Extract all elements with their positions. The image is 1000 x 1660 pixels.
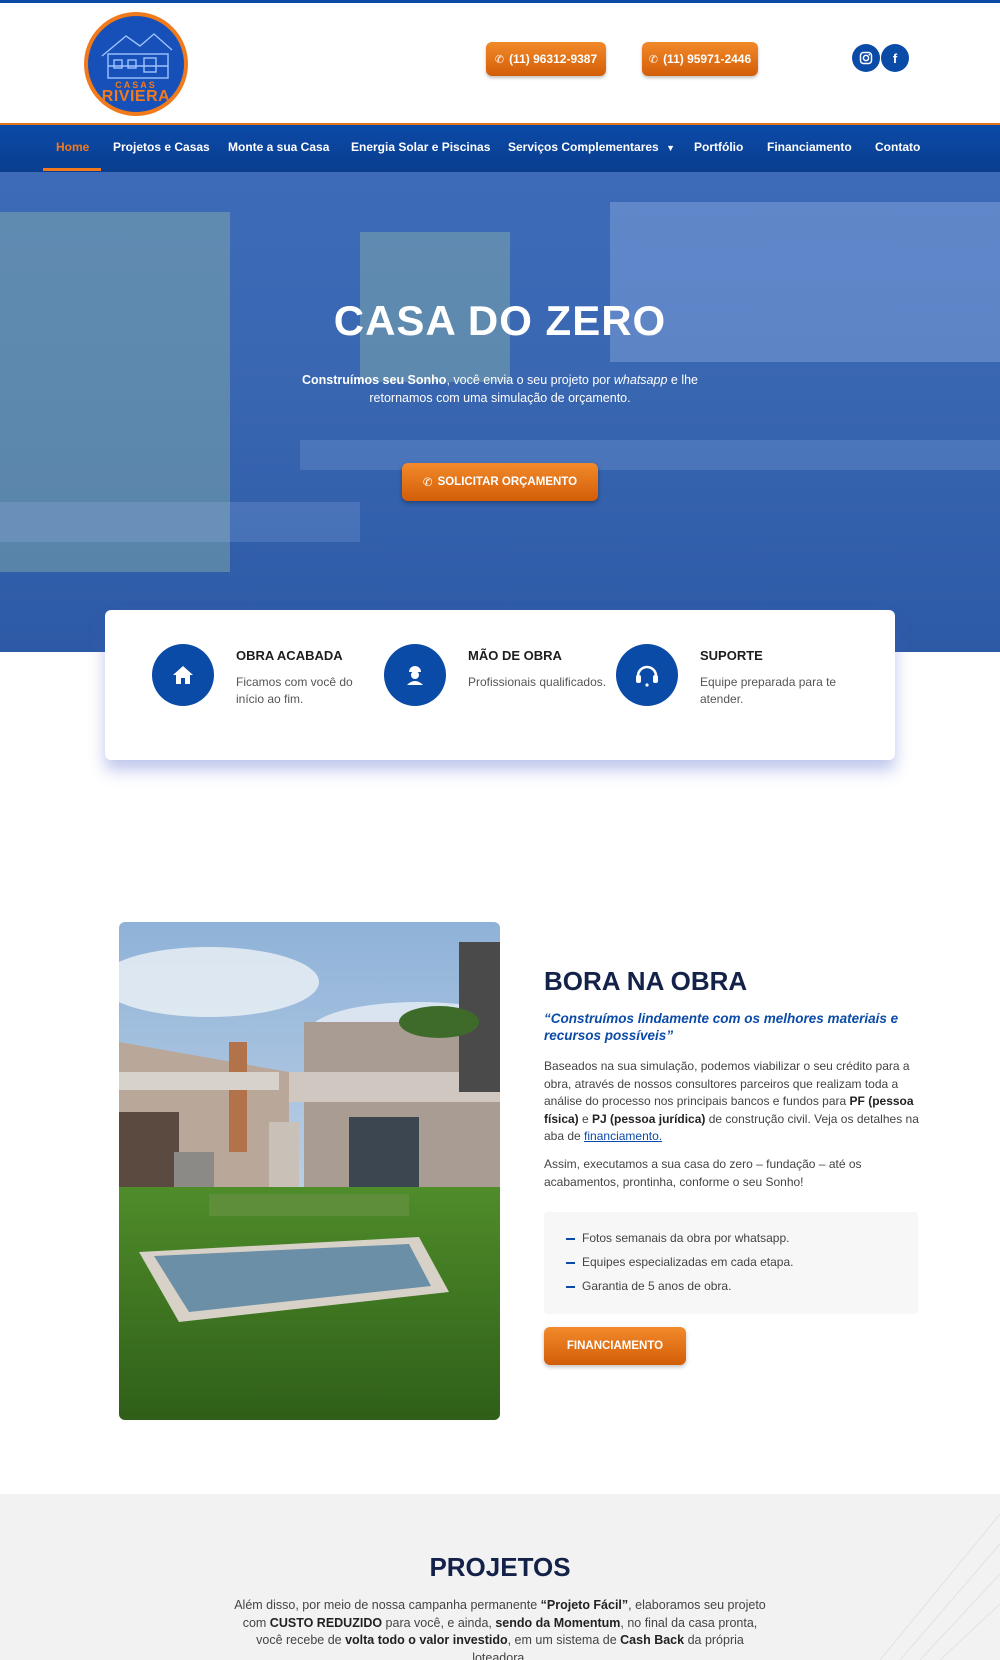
nav-item-contato[interactable]: Contato bbox=[875, 125, 920, 172]
list-item: Fotos semanais da obra por whatsapp. bbox=[566, 1231, 789, 1245]
feature-mao-de-obra: MÃO DE OBRA Profissionais qualificados. bbox=[384, 644, 614, 724]
facebook-icon[interactable]: f bbox=[881, 44, 909, 72]
nav-item-projetos-e-casas[interactable]: Projetos e Casas bbox=[113, 125, 210, 172]
feature-suporte: SUPORTE Equipe preparada para te atender… bbox=[616, 644, 846, 724]
feature-title: SUPORTE bbox=[700, 648, 763, 663]
bora-paragraph-2: Assim, executamos a sua casa do zero – f… bbox=[544, 1157, 862, 1189]
dash-icon bbox=[566, 1237, 575, 1240]
whatsapp-phone-button[interactable]: ✆ (11) 96312-9387 bbox=[486, 42, 606, 76]
phone-icon: ✆ bbox=[648, 53, 659, 66]
hero-subtitle: Construímos seu Sonho, você envia o seu … bbox=[301, 373, 699, 405]
nav-item-financiamento[interactable]: Financiamento bbox=[767, 125, 852, 172]
nav-item-monte-a-sua-casa[interactable]: Monte a sua Casa bbox=[228, 125, 329, 172]
dash-icon bbox=[566, 1261, 575, 1264]
nav-active-indicator bbox=[43, 168, 101, 171]
feature-title: OBRA ACABADA bbox=[236, 648, 343, 663]
button-label: SOLICITAR ORÇAMENTO bbox=[437, 476, 578, 488]
nav-item-label: Serviços Complementares bbox=[508, 140, 659, 154]
hero-title: CASA DO ZERO bbox=[333, 297, 667, 344]
house-photo bbox=[119, 922, 500, 1420]
phone-number: (11) 95971-2446 bbox=[663, 52, 752, 66]
logo-text-big: RIVIERA bbox=[101, 88, 171, 105]
site-header: CASAS RIVIERA ✆ (11) 96312-9387 ✆ (11) 9… bbox=[0, 3, 1000, 123]
headset-icon bbox=[616, 644, 678, 706]
whatsapp-icon: ✆ bbox=[494, 53, 505, 66]
financiamento-button[interactable]: FINANCIAMENTO bbox=[544, 1327, 686, 1365]
dash-icon bbox=[566, 1285, 575, 1288]
nav-item-servicos-complementares[interactable]: Serviços Complementares ▼ bbox=[508, 125, 675, 172]
bora-paragraph-1: Baseados na sua simulação, podemos viabi… bbox=[544, 1059, 919, 1143]
home-icon bbox=[152, 644, 214, 706]
features-card: OBRA ACABADA Ficamos com você do início … bbox=[105, 610, 895, 760]
section-quote: “Construímos lindamente com os melhores … bbox=[544, 1011, 899, 1043]
phone-call-button[interactable]: ✆ (11) 95971-2446 bbox=[642, 42, 758, 76]
instagram-icon[interactable] bbox=[852, 44, 880, 72]
section-title: BORA NA OBRA bbox=[544, 966, 748, 996]
projetos-section: PROJETOS Além disso, por meio de nossa c… bbox=[0, 1494, 1000, 1660]
feature-desc: Profissionais qualificados. bbox=[468, 675, 607, 689]
list-item: Garantia de 5 anos de obra. bbox=[566, 1279, 731, 1293]
nav-item-energia-solar[interactable]: Energia Solar e Piscinas bbox=[351, 125, 490, 172]
feature-desc: Equipe preparada para te atender. bbox=[700, 675, 837, 706]
feature-desc: Ficamos com você do início ao fim. bbox=[236, 675, 353, 706]
whatsapp-icon: ✆ bbox=[422, 477, 433, 489]
phone-number: (11) 96312-9387 bbox=[509, 52, 598, 66]
request-quote-button[interactable]: ✆ SOLICITAR ORÇAMENTO bbox=[402, 463, 598, 501]
feature-obra-acabada: OBRA ACABADA Ficamos com você do início … bbox=[152, 644, 382, 724]
nav-item-portfolio[interactable]: Portfólio bbox=[694, 125, 743, 172]
nav-item-home[interactable]: Home bbox=[56, 125, 89, 172]
section-title: PROJETOS bbox=[429, 1552, 571, 1582]
list-item: Equipes especializadas em cada etapa. bbox=[566, 1255, 793, 1269]
worker-icon bbox=[384, 644, 446, 706]
hero-bg-table bbox=[0, 502, 360, 542]
feature-title: MÃO DE OBRA bbox=[468, 648, 562, 663]
casas-riviera-logo[interactable]: CASAS RIVIERA bbox=[84, 12, 188, 116]
benefits-list: Fotos semanais da obra por whatsapp. Equ… bbox=[544, 1212, 918, 1314]
financiamento-link[interactable]: financiamento. bbox=[584, 1129, 662, 1143]
hero-banner: CASA DO ZERO Construímos seu Sonho, você… bbox=[0, 172, 1000, 652]
chevron-down-icon: ▼ bbox=[666, 143, 675, 153]
projetos-paragraph: Além disso, por meio de nossa campanha p… bbox=[234, 1598, 766, 1660]
main-navigation: Home Projetos e Casas Monte a sua Casa E… bbox=[0, 123, 1000, 172]
